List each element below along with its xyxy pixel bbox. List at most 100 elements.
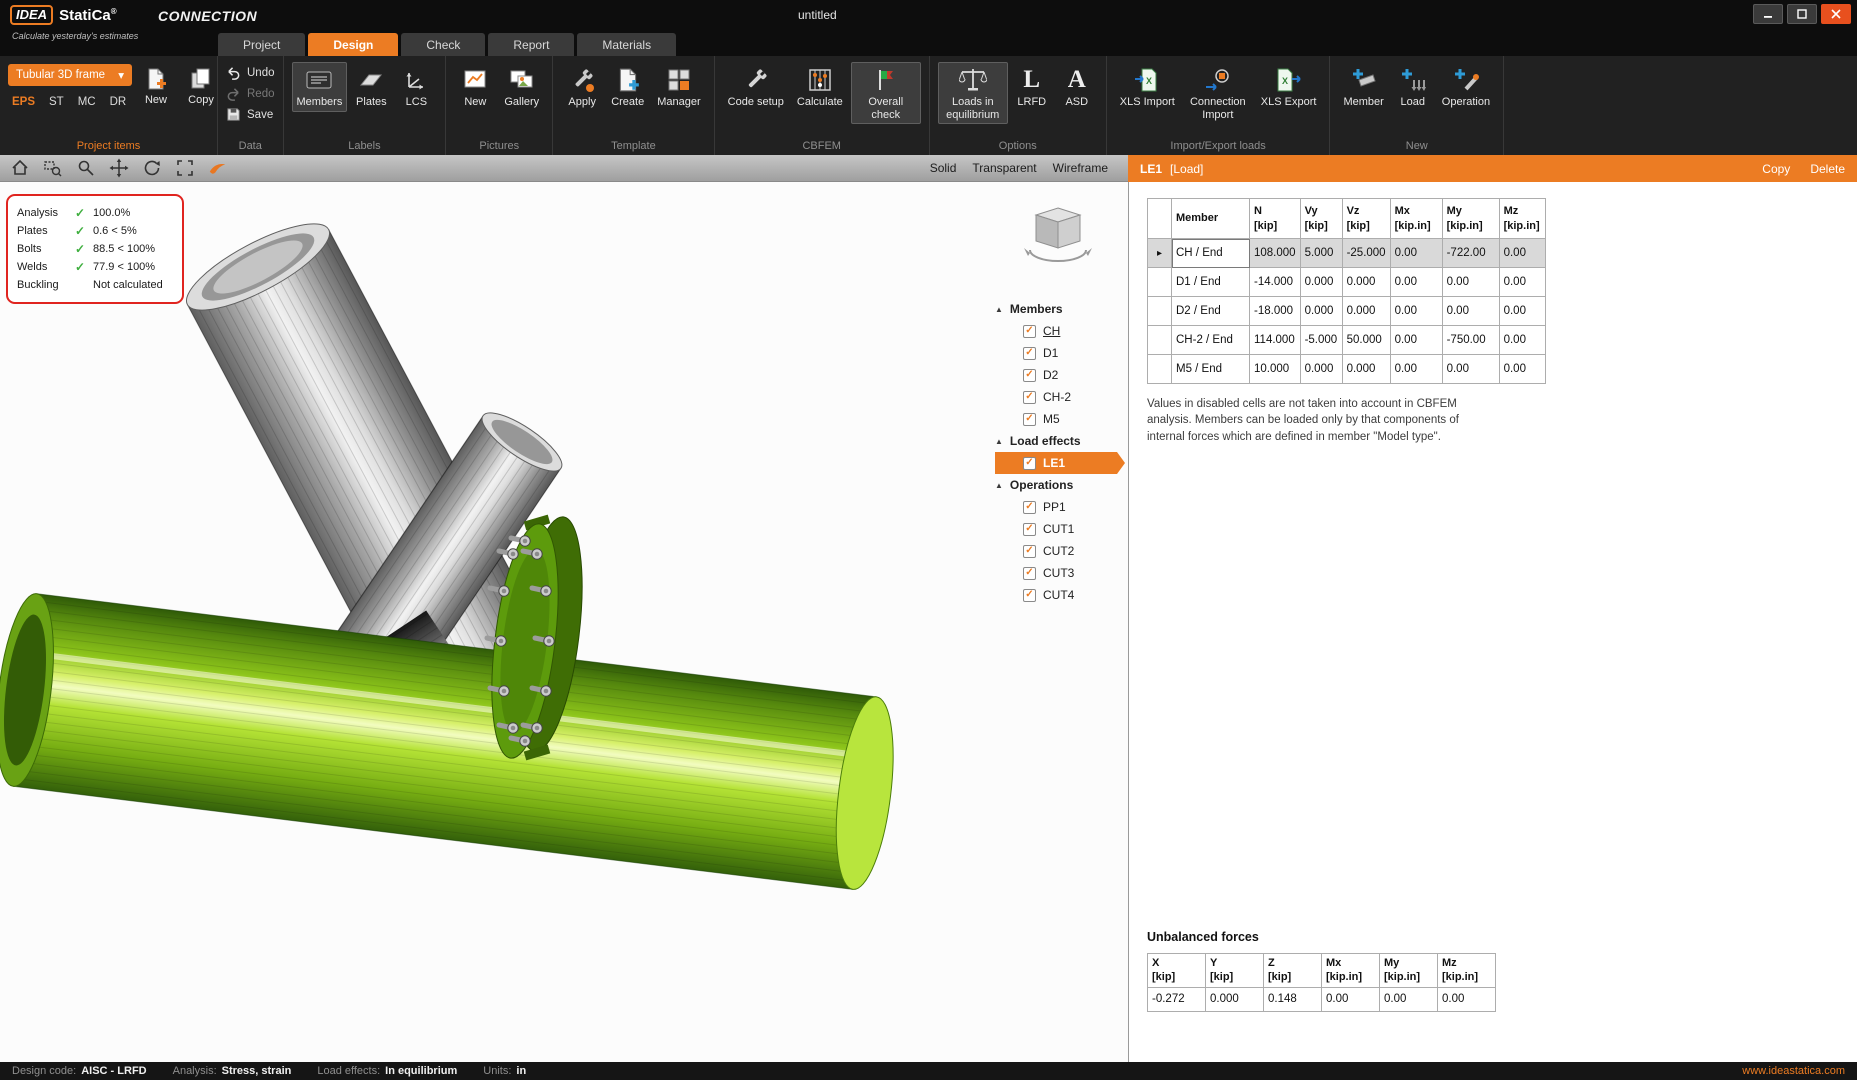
my-cell[interactable]: -722.00 [1442,239,1499,268]
tree-item-cut2[interactable]: ✓CUT2 [995,540,1125,562]
mode-solid[interactable]: Solid [930,161,957,175]
n-cell[interactable]: -14.000 [1250,268,1301,297]
lrfd-button[interactable]: L LRFD [1011,62,1053,112]
new-load-button[interactable]: Load [1392,62,1434,112]
undo-button[interactable]: Undo [226,65,275,80]
maximize-button[interactable] [1787,4,1817,24]
checkbox-checked-icon[interactable]: ✓ [1023,501,1036,514]
mz-cell[interactable]: 0.00 [1499,268,1545,297]
checkbox-checked-icon[interactable]: ✓ [1023,413,1036,426]
n-cell[interactable]: 108.000 [1250,239,1301,268]
vy-cell[interactable]: -5.000 [1300,326,1342,355]
rotate-view-button[interactable] [142,158,162,178]
template-apply-button[interactable]: Apply [561,62,603,112]
tab-project[interactable]: Project [218,33,305,56]
vz-cell[interactable]: 0.000 [1342,268,1390,297]
mx-cell[interactable]: 0.00 [1390,355,1442,384]
row-selector[interactable] [1148,297,1172,326]
tree-section-members[interactable]: ▲Members [995,298,1125,320]
code-st[interactable]: ST [49,96,64,108]
connection-import-button[interactable]: Connection Import [1183,62,1253,124]
row-selector[interactable] [1148,268,1172,297]
tab-materials[interactable]: Materials [577,33,676,56]
labels-lcs-button[interactable]: LCS [395,62,437,112]
xls-import-button[interactable]: X XLS Import [1115,62,1180,112]
labels-plates-button[interactable]: Plates [350,62,392,112]
row-selector[interactable] [1148,355,1172,384]
tree-item-cut4[interactable]: ✓CUT4 [995,584,1125,606]
checkbox-checked-icon[interactable]: ✓ [1023,567,1036,580]
vy-cell[interactable]: 0.000 [1300,268,1342,297]
tree-item-ch-2[interactable]: ✓CH-2 [995,386,1125,408]
row-selector[interactable]: ▸ [1148,239,1172,268]
delete-load-button[interactable]: Delete [1810,162,1845,176]
code-dr[interactable]: DR [110,96,127,108]
code-mc[interactable]: MC [78,96,96,108]
checkbox-checked-icon[interactable]: ✓ [1023,369,1036,382]
vz-cell[interactable]: 0.000 [1342,297,1390,326]
overall-check-button[interactable]: Overall check [851,62,921,124]
mz-cell[interactable]: 0.00 [1499,239,1545,268]
tree-item-le1[interactable]: ✓LE1 [995,452,1125,474]
redo-button[interactable]: Redo [226,86,275,101]
my-cell[interactable]: 0.00 [1442,268,1499,297]
collapse-icon[interactable]: ▲ [995,481,1003,490]
code-eps[interactable]: EPS [12,96,35,108]
code-setup-button[interactable]: Code setup [723,62,789,112]
member-cell[interactable]: D1 / End [1172,268,1250,297]
tab-report[interactable]: Report [488,33,574,56]
connection-model-3d[interactable] [0,182,1128,1062]
mz-cell[interactable]: 0.00 [1499,297,1545,326]
member-cell[interactable]: CH / End [1172,239,1250,268]
tree-section-load-effects[interactable]: ▲Load effects [995,430,1125,452]
viewport-3d[interactable]: Analysis✓100.0% Plates✓0.6 < 5% Bolts✓88… [0,182,1128,1062]
tab-design[interactable]: Design [308,33,398,56]
tree-item-pp1[interactable]: ✓PP1 [995,496,1125,518]
new-project-button[interactable]: New [135,62,177,110]
checkbox-checked-icon[interactable]: ✓ [1023,545,1036,558]
tree-item-d2[interactable]: ✓D2 [995,364,1125,386]
copy-project-button[interactable]: Copy [180,62,222,110]
collapse-icon[interactable]: ▲ [995,437,1003,446]
checkbox-checked-icon[interactable]: ✓ [1023,325,1036,338]
member-cell[interactable]: M5 / End [1172,355,1250,384]
new-member-button[interactable]: Member [1338,62,1388,112]
n-cell[interactable]: -18.000 [1250,297,1301,326]
tree-item-ch[interactable]: ✓CH [995,320,1125,342]
home-view-button[interactable] [10,158,30,178]
checkbox-checked-icon[interactable]: ✓ [1023,347,1036,360]
fit-view-button[interactable] [175,158,195,178]
paint-results-button[interactable] [208,158,228,178]
new-operation-button[interactable]: Operation [1437,62,1495,112]
vz-cell[interactable]: -25.000 [1342,239,1390,268]
labels-members-button[interactable]: Members [292,62,348,112]
template-manager-button[interactable]: Manager [652,62,705,112]
save-button[interactable]: Save [226,107,275,122]
vz-cell[interactable]: 0.000 [1342,355,1390,384]
close-button[interactable] [1821,4,1851,24]
member-cell[interactable]: CH-2 / End [1172,326,1250,355]
view-cube[interactable] [1022,198,1094,276]
my-cell[interactable]: 0.00 [1442,355,1499,384]
tree-item-cut3[interactable]: ✓CUT3 [995,562,1125,584]
checkbox-checked-icon[interactable]: ✓ [1023,457,1036,470]
copy-load-button[interactable]: Copy [1762,162,1790,176]
mz-cell[interactable]: 0.00 [1499,326,1545,355]
checkbox-checked-icon[interactable]: ✓ [1023,589,1036,602]
tree-item-d1[interactable]: ✓D1 [995,342,1125,364]
picture-new-button[interactable]: New [454,62,496,112]
tree-item-m5[interactable]: ✓M5 [995,408,1125,430]
row-selector[interactable] [1148,326,1172,355]
tab-check[interactable]: Check [401,33,485,56]
asd-button[interactable]: A ASD [1056,62,1098,112]
mx-cell[interactable]: 0.00 [1390,326,1442,355]
vz-cell[interactable]: 50.000 [1342,326,1390,355]
template-create-button[interactable]: Create [606,62,649,112]
website-link[interactable]: www.ideastatica.com [1742,1065,1845,1077]
member-cell[interactable]: D2 / End [1172,297,1250,326]
tree-item-cut1[interactable]: ✓CUT1 [995,518,1125,540]
checkbox-checked-icon[interactable]: ✓ [1023,391,1036,404]
gallery-button[interactable]: Gallery [499,62,544,112]
checkbox-checked-icon[interactable]: ✓ [1023,523,1036,536]
calculate-button[interactable]: Calculate [792,62,848,112]
